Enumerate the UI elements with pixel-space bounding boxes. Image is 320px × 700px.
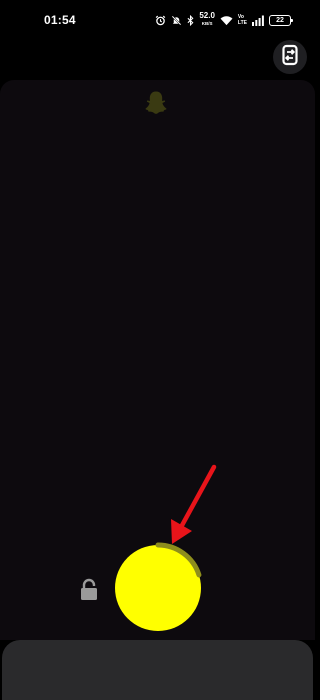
snapchat-ghost-icon [145, 90, 167, 116]
volte-bottom: LTE [237, 20, 247, 26]
net-speed-unit: KB/S [201, 21, 213, 26]
shutter-control[interactable] [112, 542, 204, 634]
lock-icon[interactable] [79, 578, 99, 602]
status-time: 01:54 [44, 13, 76, 27]
signal-icon [252, 15, 264, 26]
status-bar: 01:54 52.0 KB/S Vo LTE 22 [0, 0, 315, 40]
net-speed-value: 52.0 [199, 11, 215, 20]
status-icons: 52.0 KB/S Vo LTE 22 [155, 12, 293, 28]
wifi-icon [220, 15, 233, 26]
volte-indicator: Vo LTE [238, 14, 247, 26]
battery-icon: 22 [269, 14, 293, 26]
alarm-icon [155, 15, 166, 26]
red-arrow-icon [171, 464, 217, 544]
bottom-panel [2, 640, 313, 700]
flip-camera-icon [281, 44, 299, 71]
bluetooth-icon [187, 14, 194, 26]
mute-icon [171, 15, 182, 26]
recording-progress-ring [112, 542, 204, 634]
net-speed: 52.0 KB/S [199, 12, 215, 28]
flip-camera-button[interactable] [273, 40, 307, 74]
